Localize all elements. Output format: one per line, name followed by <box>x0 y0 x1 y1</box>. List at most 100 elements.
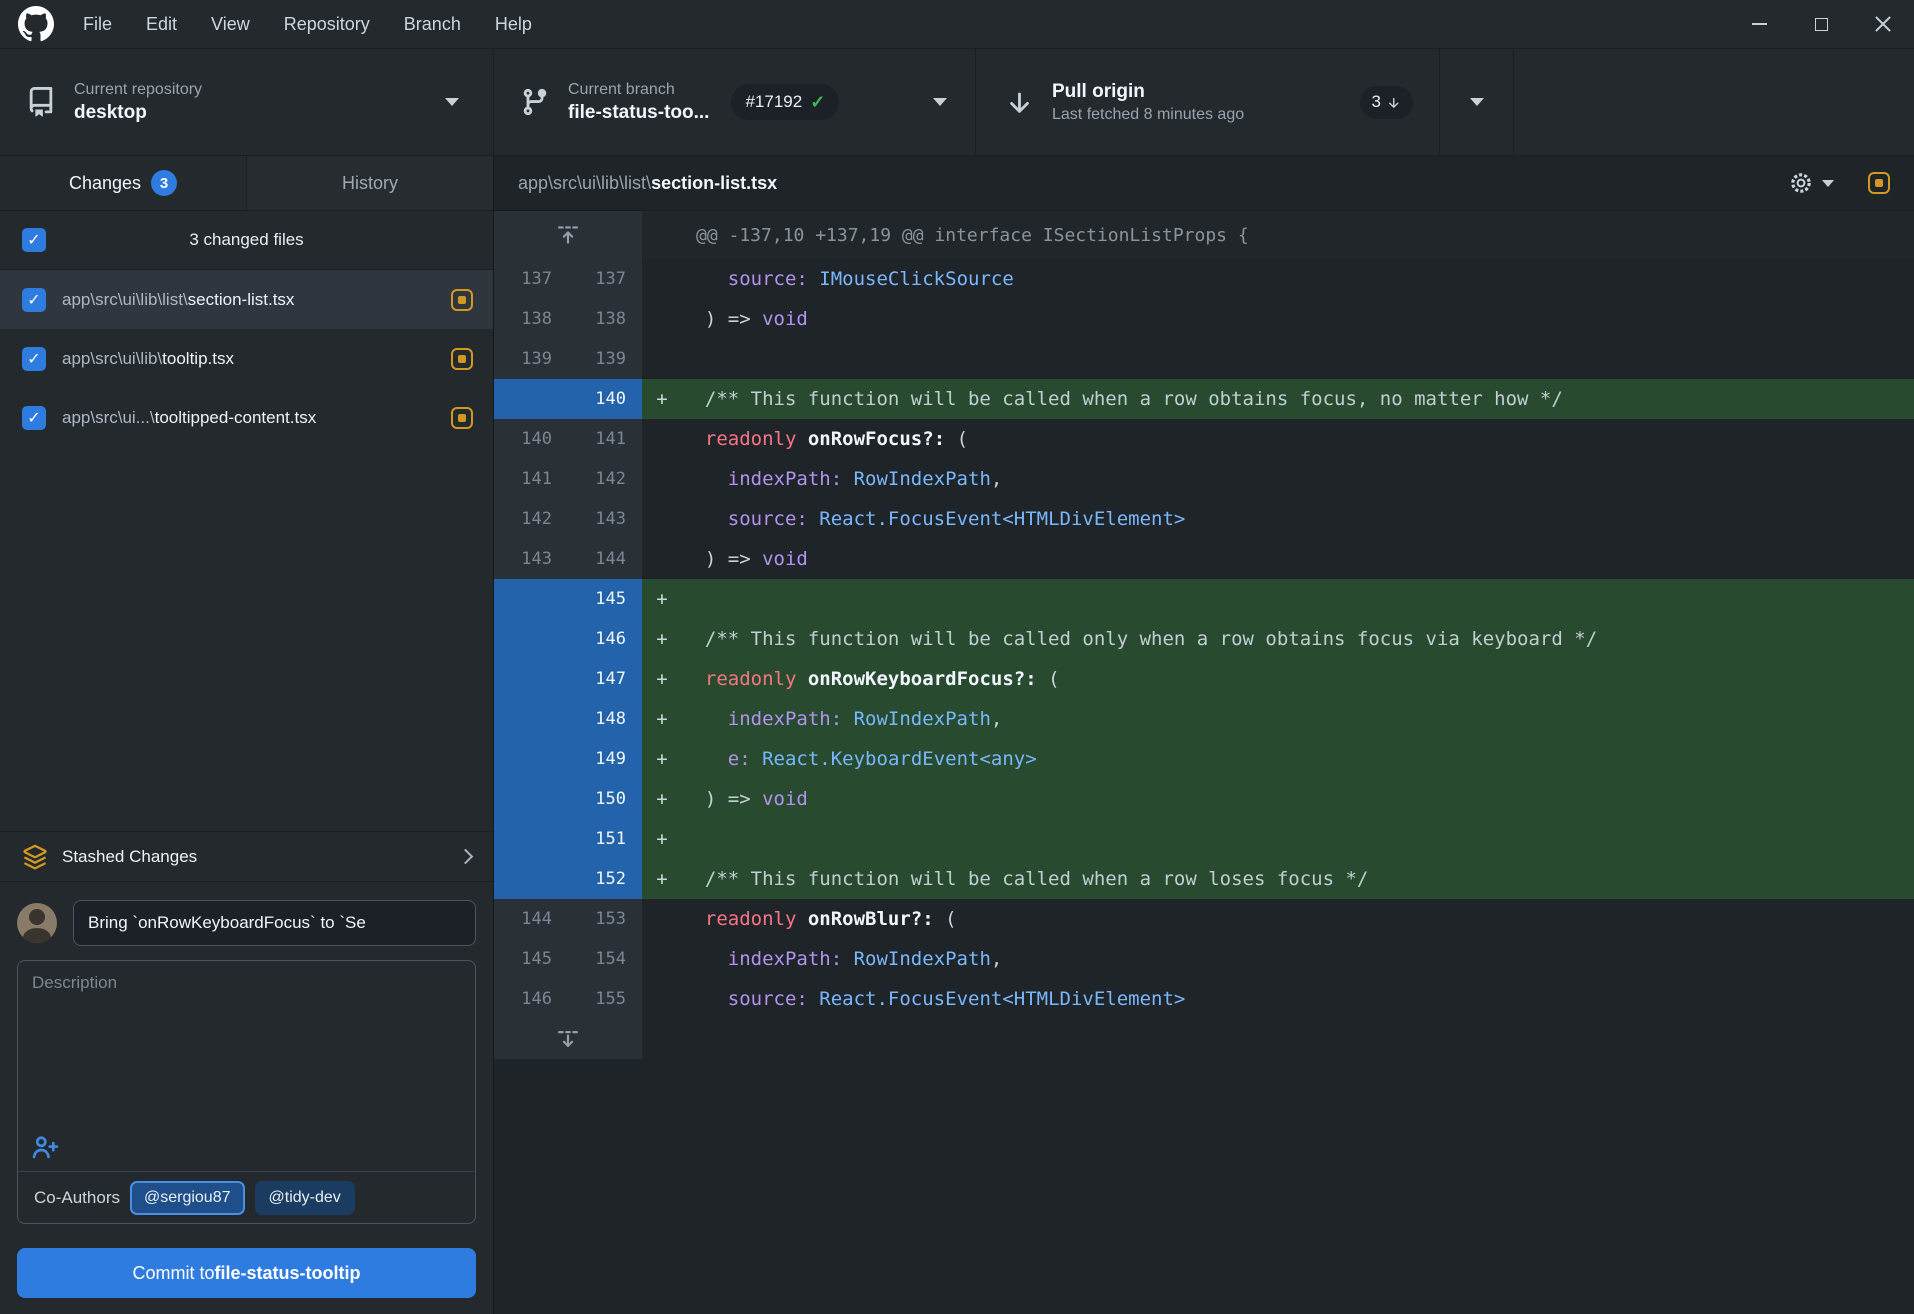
github-logo-icon <box>18 6 54 42</box>
diff-row[interactable]: 149+ e: React.KeyboardEvent<any> <box>494 739 1914 779</box>
coauthor-chip[interactable]: @sergiou87 <box>130 1181 245 1215</box>
maximize-button[interactable] <box>1790 0 1852 48</box>
new-line-number: 139 <box>568 339 642 379</box>
diff-line-code: + <box>642 819 1914 859</box>
close-button[interactable] <box>1852 0 1914 48</box>
pull-count-badge: 3 <box>1360 86 1413 119</box>
diff-file-path: app\src\ui\lib\list\section-list.tsx <box>518 173 777 194</box>
menu-item-view[interactable]: View <box>194 0 267 48</box>
diff-line-code: indexPath: RowIndexPath, <box>642 459 1914 499</box>
diff-row[interactable]: 148+ indexPath: RowIndexPath, <box>494 699 1914 739</box>
file-path: app\src\ui\lib\tooltip.tsx <box>62 349 451 369</box>
diff-body: @@ -137,10 +137,19 @@ interface ISection… <box>494 211 1914 1059</box>
file-row[interactable]: ✓ app\src\ui\lib\list\section-list.tsx <box>0 270 493 329</box>
old-line-number: 146 <box>494 979 568 1019</box>
diff-line-code: source: IMouseClickSource <box>642 259 1914 299</box>
file-path: app\src\ui...\tooltipped-content.tsx <box>62 408 451 428</box>
tab-history-label: History <box>342 173 398 194</box>
diff-row[interactable]: 142143 source: React.FocusEvent<HTMLDivE… <box>494 499 1914 539</box>
modified-icon <box>1868 172 1890 194</box>
current-branch-name: file-status-too... <box>568 102 709 124</box>
diff-row[interactable]: 145154 indexPath: RowIndexPath, <box>494 939 1914 979</box>
minimize-button[interactable] <box>1728 0 1790 48</box>
current-branch-button[interactable]: Current branch file-status-too... #17192… <box>494 49 976 155</box>
diff-line-code: + /** This function will be called when … <box>642 859 1914 899</box>
old-line-number: 142 <box>494 499 568 539</box>
menu-item-repository[interactable]: Repository <box>267 0 387 48</box>
diff-line-code: readonly onRowFocus?: ( <box>642 419 1914 459</box>
minimize-icon <box>1752 23 1767 25</box>
current-repository-label: Current repository <box>74 81 202 99</box>
menu-item-file[interactable]: File <box>66 0 129 48</box>
arrow-down-icon <box>1004 87 1034 117</box>
new-line-number: 151 <box>568 819 642 859</box>
include-all-checkbox[interactable]: ✓ <box>22 228 46 252</box>
diff-row[interactable]: 146155 source: React.FocusEvent<HTMLDivE… <box>494 979 1914 1019</box>
new-line-number: 138 <box>568 299 642 339</box>
diff-line-code: + <box>642 579 1914 619</box>
diff-row[interactable]: 151+ <box>494 819 1914 859</box>
diff-line-code: + /** This function will be called when … <box>642 379 1914 419</box>
sidebar-spacer <box>0 447 493 831</box>
new-line-number: 144 <box>568 539 642 579</box>
diff-header: app\src\ui\lib\list\section-list.tsx <box>494 156 1914 211</box>
diff-line-code: ) => void <box>642 539 1914 579</box>
diff-row[interactable]: 147+ readonly onRowKeyboardFocus?: ( <box>494 659 1914 699</box>
diff-row[interactable]: 145+ <box>494 579 1914 619</box>
commit-button-branch: file-status-tooltip <box>215 1263 361 1284</box>
file-checkbox[interactable]: ✓ <box>22 406 46 430</box>
expand-hunk-down-button[interactable] <box>494 1019 642 1059</box>
diff-row[interactable]: 138138 ) => void <box>494 299 1914 339</box>
file-path: app\src\ui\lib\list\section-list.tsx <box>62 290 451 310</box>
diff-line-code: + ) => void <box>642 779 1914 819</box>
file-row[interactable]: ✓ app\src\ui\lib\tooltip.tsx <box>0 329 493 388</box>
coauthors-label: Co-Authors <box>34 1188 120 1208</box>
chevron-down-icon <box>1470 98 1484 106</box>
tab-history[interactable]: History <box>246 156 493 210</box>
diff-row[interactable]: 152+ /** This function will be called wh… <box>494 859 1914 899</box>
diff-row[interactable]: 150+ ) => void <box>494 779 1914 819</box>
file-checkbox[interactable]: ✓ <box>22 347 46 371</box>
coauthor-chip[interactable]: @tidy-dev <box>255 1181 355 1215</box>
commit-button[interactable]: Commit to file-status-tooltip <box>17 1248 476 1298</box>
sidebar: Changes 3 History ✓ 3 changed files ✓app… <box>0 156 494 1314</box>
diff-options-button[interactable] <box>1789 171 1834 195</box>
menu-bar: FileEditViewRepositoryBranchHelp <box>0 0 1914 49</box>
commit-summary-input[interactable] <box>73 900 476 946</box>
diff-row[interactable]: 144153 readonly onRowBlur?: ( <box>494 899 1914 939</box>
sidebar-tabs: Changes 3 History <box>0 156 493 211</box>
diff-row[interactable]: 140+ /** This function will be called wh… <box>494 379 1914 419</box>
new-line-number: 148 <box>568 699 642 739</box>
expand-hunk-up-button[interactable] <box>494 211 642 259</box>
diff-row[interactable]: 139139 <box>494 339 1914 379</box>
coauthor-chips: @sergiou87 @tidy-dev <box>130 1181 355 1215</box>
diff-row[interactable]: 146+ /** This function will be called on… <box>494 619 1914 659</box>
menu-item-branch[interactable]: Branch <box>387 0 478 48</box>
tab-changes[interactable]: Changes 3 <box>0 156 246 210</box>
old-line-number <box>494 379 568 419</box>
new-line-number: 155 <box>568 979 642 1019</box>
diff-row[interactable]: 143144 ) => void <box>494 539 1914 579</box>
file-checkbox[interactable]: ✓ <box>22 288 46 312</box>
fetch-options-dropdown[interactable] <box>1440 49 1514 155</box>
commit-description-input[interactable] <box>18 961 475 1129</box>
file-row[interactable]: ✓ app\src\ui...\tooltipped-content.tsx <box>0 388 493 447</box>
pull-origin-subtitle: Last fetched 8 minutes ago <box>1052 106 1244 124</box>
commit-description-box: Co-Authors @sergiou87 @tidy-dev <box>17 960 476 1224</box>
new-line-number: 137 <box>568 259 642 299</box>
stashed-changes-row[interactable]: Stashed Changes <box>0 831 493 882</box>
new-line-number: 154 <box>568 939 642 979</box>
old-line-number: 145 <box>494 939 568 979</box>
current-repository-button[interactable]: Current repository desktop <box>0 49 494 155</box>
menu-item-edit[interactable]: Edit <box>129 0 194 48</box>
menu-item-help[interactable]: Help <box>478 0 549 48</box>
maximize-icon <box>1815 18 1828 31</box>
new-line-number: 146 <box>568 619 642 659</box>
person-add-icon[interactable] <box>32 1134 59 1166</box>
diff-row[interactable]: 140141 readonly onRowFocus?: ( <box>494 419 1914 459</box>
diff-row[interactable]: 141142 indexPath: RowIndexPath, <box>494 459 1914 499</box>
pull-origin-button[interactable]: Pull origin Last fetched 8 minutes ago 3 <box>976 49 1440 155</box>
changes-count-badge: 3 <box>151 170 177 196</box>
git-branch-icon <box>520 87 550 117</box>
diff-row[interactable]: 137137 source: IMouseClickSource <box>494 259 1914 299</box>
